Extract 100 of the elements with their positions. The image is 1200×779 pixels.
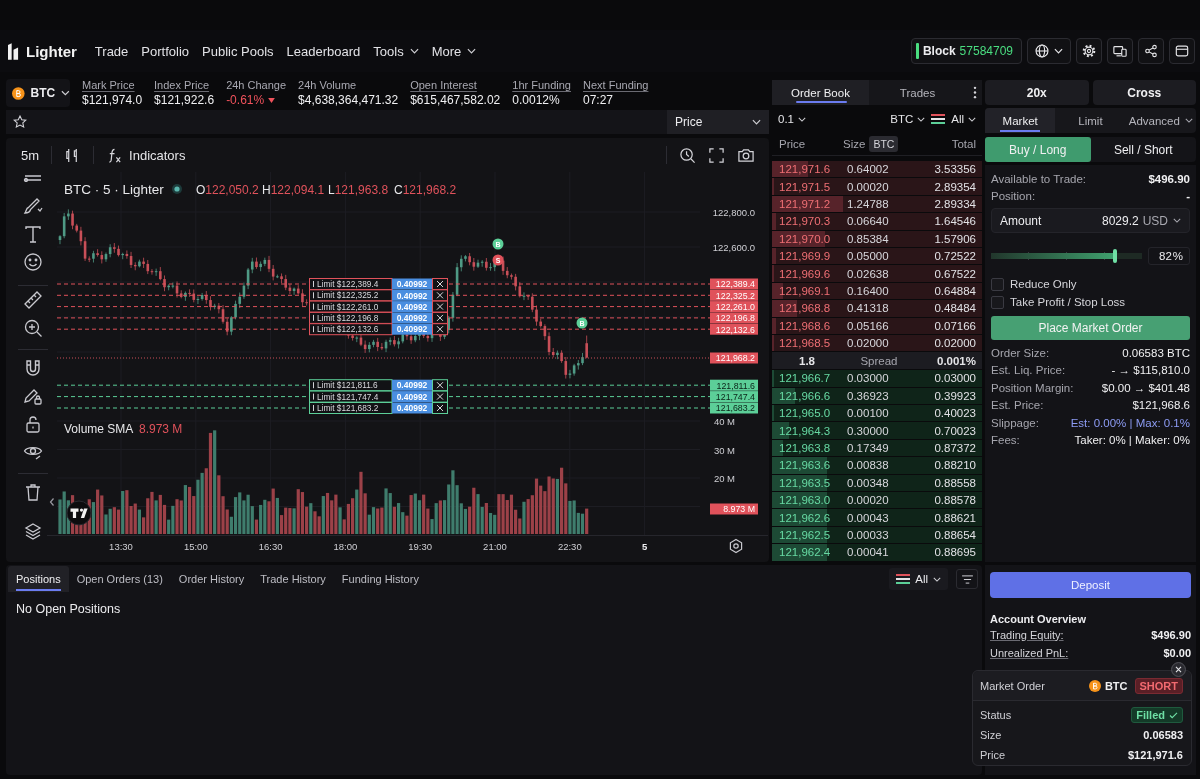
volume-label: Volume SMA: [64, 422, 134, 436]
clock-icon[interactable]: [679, 146, 696, 164]
order-type-tab[interactable]: Limit: [1055, 108, 1126, 133]
zoom-in-icon[interactable]: [23, 318, 43, 338]
close-icon[interactable]: [432, 278, 448, 290]
panel-tab[interactable]: Order Book: [772, 80, 869, 105]
ask-row[interactable]: 121,968.5 0.02000 0.02000: [772, 334, 982, 352]
ask-row[interactable]: 121,968.8 0.41318 0.48484: [772, 300, 982, 317]
nav-link[interactable]: Leaderboard: [286, 43, 361, 59]
settings-icon[interactable]: [729, 538, 743, 554]
side-filter-dropdown[interactable]: All: [951, 113, 976, 125]
trash-icon[interactable]: [23, 482, 43, 502]
time-label: 21:00: [483, 541, 507, 552]
positions-tab[interactable]: Order History: [170, 566, 253, 592]
brand-name[interactable]: Lighter: [26, 42, 77, 60]
bid-row[interactable]: 121,965.0 0.00100 0.40023: [772, 405, 982, 422]
line-tool-icon[interactable]: [23, 174, 43, 182]
smiley-icon[interactable]: [23, 252, 43, 272]
chevron-left-icon[interactable]: [49, 497, 55, 507]
filter-button[interactable]: [956, 569, 978, 589]
price-type-dropdown[interactable]: Price: [667, 110, 769, 134]
brush-icon[interactable]: [23, 196, 43, 216]
close-icon[interactable]: [432, 323, 448, 336]
ask-row[interactable]: 121,970.3 0.06640 1.64546: [772, 213, 982, 230]
panel-tab[interactable]: Trades: [869, 80, 966, 105]
close-icon[interactable]: [432, 390, 448, 403]
ask-row[interactable]: 121,969.1 0.16400 0.64884: [772, 282, 982, 300]
positions-tab[interactable]: Positions: [8, 566, 69, 592]
bid-row[interactable]: 121,966.7 0.03000 0.03000: [772, 370, 982, 387]
bid-row[interactable]: 121,966.6 0.36923 0.39923: [772, 387, 982, 405]
bid-row[interactable]: 121,962.4 0.00041 0.88695: [772, 544, 982, 561]
ask-row[interactable]: 121,968.6 0.05166 0.07166: [772, 317, 982, 334]
ask-row[interactable]: 121,969.9 0.05000 0.72522: [772, 247, 982, 265]
deposit-button[interactable]: Deposit: [990, 572, 1191, 598]
close-icon[interactable]: [432, 379, 448, 392]
time-scale-label[interactable]: 5: [641, 541, 648, 552]
bid-row[interactable]: 121,963.5 0.00348 0.88558: [772, 474, 982, 492]
devices-button[interactable]: [1107, 38, 1133, 64]
star-icon[interactable]: [13, 115, 27, 129]
amount-label: Amount: [1000, 213, 1042, 228]
nav-link[interactable]: Portfolio: [141, 43, 190, 59]
ask-row[interactable]: 121,969.6 0.02638 0.67522: [772, 265, 982, 282]
unit-toggle[interactable]: BTC: [869, 136, 899, 152]
order-type-tab[interactable]: Advanced: [1125, 108, 1196, 133]
close-icon[interactable]: [432, 289, 448, 302]
language-dropdown[interactable]: [1027, 38, 1071, 64]
close-icon[interactable]: [1171, 662, 1186, 677]
fullscreen-icon[interactable]: [708, 146, 725, 164]
lock-icon[interactable]: [23, 414, 43, 434]
ruler-icon[interactable]: [23, 290, 43, 310]
bid-row[interactable]: 121,963.0 0.00020 0.88578: [772, 492, 982, 509]
order-label[interactable]: Limit $121,683.2: [309, 402, 393, 414]
book-layout-icon[interactable]: [931, 114, 946, 124]
order-label[interactable]: Limit $122,132.6: [309, 323, 393, 336]
close-icon[interactable]: [432, 311, 448, 324]
bid-row[interactable]: 121,962.5 0.00033 0.88654: [772, 526, 982, 544]
text-tool-icon[interactable]: [23, 224, 43, 244]
wallet-button[interactable]: [1169, 38, 1195, 64]
layers-icon[interactable]: [23, 521, 43, 541]
bid-row[interactable]: 121,963.8 0.17349 0.87372: [772, 439, 982, 457]
side-button[interactable]: Sell / Short: [1090, 137, 1196, 162]
tick-size-dropdown[interactable]: 0.1: [778, 113, 806, 125]
ask-row[interactable]: 121,971.6 0.64002 3.53356: [772, 161, 982, 178]
side-filter-dropdown[interactable]: All: [889, 568, 948, 590]
margin-mode-button[interactable]: Cross: [1092, 80, 1196, 105]
close-icon[interactable]: [432, 402, 448, 414]
bid-row[interactable]: 121,962.6 0.00043 0.88621: [772, 509, 982, 526]
more-icon[interactable]: [973, 86, 977, 99]
slider-thumb[interactable]: [1112, 249, 1117, 263]
market-selector[interactable]: BTC: [6, 79, 70, 107]
interval-button[interactable]: 5m: [21, 147, 40, 163]
camera-icon[interactable]: [737, 146, 755, 164]
positions-tab[interactable]: Funding History: [333, 566, 427, 592]
indicators-button[interactable]: Indicators: [106, 146, 186, 164]
magnet-icon[interactable]: [23, 358, 43, 378]
checkbox[interactable]: [991, 277, 1004, 291]
positions-tab[interactable]: Trade History: [252, 566, 334, 592]
unit-dropdown[interactable]: BTC: [890, 113, 926, 125]
total-cell: 0.88210: [934, 459, 976, 472]
ask-row[interactable]: 121,970.0 0.85384 1.57906: [772, 230, 982, 247]
settings-button[interactable]: [1076, 38, 1102, 64]
bid-row[interactable]: 121,963.6 0.00838 0.88210: [772, 457, 982, 474]
ask-row[interactable]: 121,971.2 1.24788 2.89334: [772, 195, 982, 213]
leverage-button[interactable]: 20x: [985, 80, 1089, 105]
ask-row[interactable]: 121,971.5 0.00020 2.89354: [772, 178, 982, 195]
share-button[interactable]: [1138, 38, 1164, 64]
bid-row[interactable]: 121,964.3 0.30000 0.70023: [772, 422, 982, 439]
nav-link[interactable]: Tools: [373, 43, 419, 59]
currency-dropdown[interactable]: USD: [1142, 213, 1181, 228]
nav-link[interactable]: More: [431, 43, 477, 59]
nav-link[interactable]: Public Pools: [202, 43, 274, 59]
logo-icon[interactable]: [8, 42, 19, 60]
positions-tab[interactable]: Open Orders (13): [68, 566, 171, 592]
total-cell: 0.03000: [934, 372, 976, 385]
amount-field[interactable]: Amount 8029.2 USD: [991, 208, 1190, 233]
checkbox[interactable]: [991, 295, 1004, 309]
logo-badge-icon[interactable]: [66, 500, 92, 526]
order-type-tab[interactable]: Market: [985, 108, 1056, 133]
percent-field[interactable]: 82%: [1148, 247, 1190, 265]
nav-link[interactable]: Trade: [94, 43, 129, 59]
